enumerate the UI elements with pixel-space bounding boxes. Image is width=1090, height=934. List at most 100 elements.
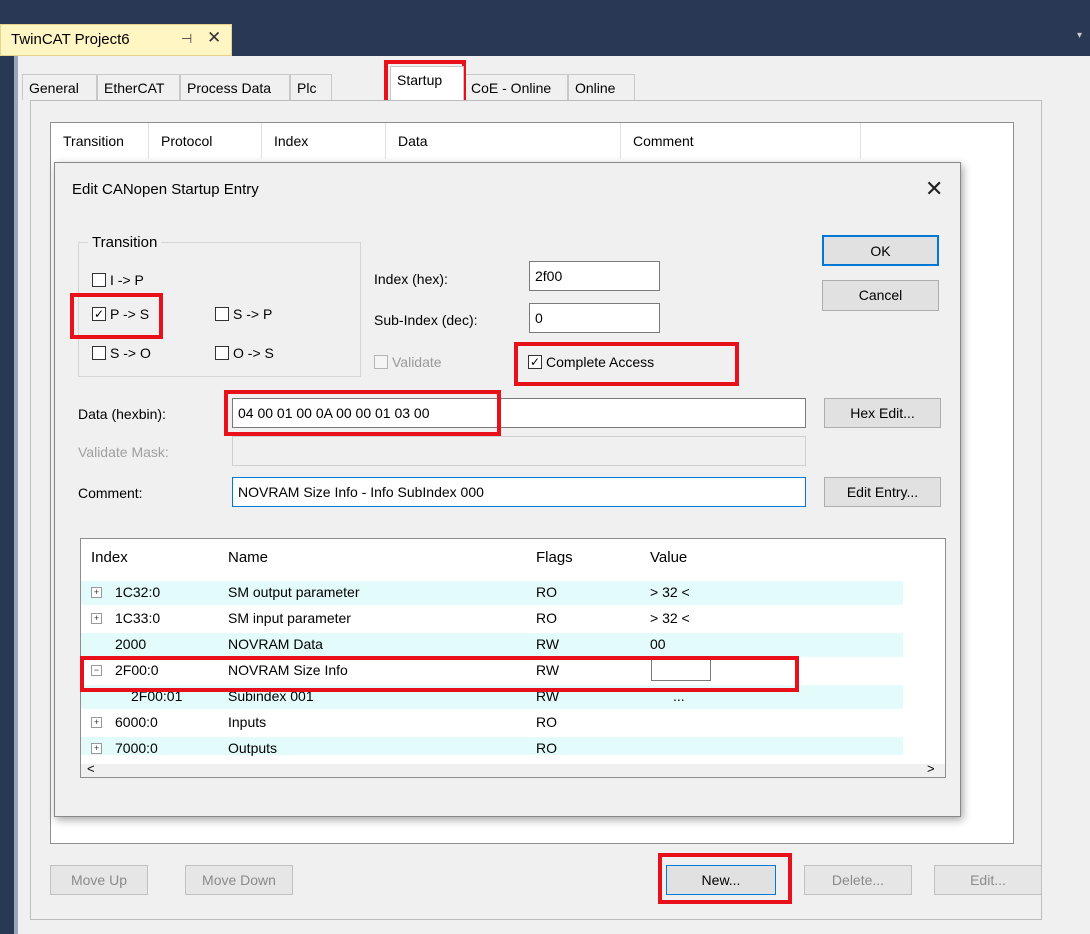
row-name: Subindex 001 bbox=[228, 688, 314, 704]
column-header-index[interactable]: Index bbox=[262, 123, 386, 159]
comment-label: Comment: bbox=[78, 485, 143, 501]
row-index: 7000:0 bbox=[115, 740, 158, 756]
scroll-left-icon[interactable]: < bbox=[87, 761, 95, 776]
row-flags: RW bbox=[536, 636, 560, 652]
row-value: ... bbox=[673, 688, 685, 704]
tab-process-data[interactable]: Process Data bbox=[180, 74, 290, 100]
index-label: Index (hex): bbox=[374, 271, 448, 287]
row-name: SM output parameter bbox=[228, 584, 360, 600]
checkbox-s-to-o[interactable]: S -> O bbox=[92, 345, 151, 361]
checkbox-label: S -> O bbox=[110, 345, 151, 361]
tree-row[interactable]: 2000 NOVRAM Data RW 00 bbox=[81, 633, 903, 657]
collapse-icon[interactable]: − bbox=[91, 665, 102, 676]
row-index: 1C33:0 bbox=[115, 610, 161, 626]
row-value: > 32 < bbox=[650, 584, 690, 600]
row-index: 2F00:01 bbox=[131, 688, 183, 704]
row-name: NOVRAM Data bbox=[228, 636, 323, 652]
row-name: Outputs bbox=[228, 740, 278, 756]
edit-button[interactable]: Edit... bbox=[934, 865, 1042, 895]
subindex-input[interactable]: 0 bbox=[529, 303, 660, 333]
validate-checkbox[interactable]: Validate bbox=[374, 354, 442, 370]
expand-icon[interactable]: + bbox=[91, 743, 102, 754]
check-icon: ✓ bbox=[92, 307, 106, 321]
value-edit-box[interactable] bbox=[651, 659, 711, 681]
edit-entry-button[interactable]: Edit Entry... bbox=[824, 477, 941, 507]
row-flags: RO bbox=[536, 584, 557, 600]
dropdown-arrow-icon[interactable]: ▾ bbox=[1077, 30, 1082, 41]
data-label: Data (hexbin): bbox=[78, 406, 166, 422]
checkbox-s-to-p[interactable]: S -> P bbox=[215, 306, 272, 322]
hex-edit-button[interactable]: Hex Edit... bbox=[824, 398, 941, 428]
tree-row-selected[interactable]: − 2F00:0 NOVRAM Size Info RW bbox=[81, 659, 903, 683]
row-value: > 32 < bbox=[650, 610, 690, 626]
document-tab-title: TwinCAT Project6 bbox=[11, 31, 130, 48]
tree-row[interactable]: + 6000:0 Inputs RO bbox=[81, 711, 903, 735]
tree-row[interactable]: + 7000:0 Outputs RO bbox=[81, 737, 903, 756]
tab-general[interactable]: General bbox=[22, 74, 97, 100]
checkbox-label: Validate bbox=[392, 354, 442, 370]
tab-startup[interactable]: Startup bbox=[390, 66, 464, 100]
row-name: NOVRAM Size Info bbox=[228, 662, 348, 678]
row-flags: RO bbox=[536, 610, 557, 626]
close-tab-icon[interactable]: ✕ bbox=[207, 28, 221, 48]
validate-mask-label: Validate Mask: bbox=[78, 444, 169, 460]
checkbox-i-to-p[interactable]: I -> P bbox=[92, 272, 144, 288]
checkbox-p-to-s[interactable]: ✓ P -> S bbox=[92, 306, 149, 322]
data-input[interactable]: 04 00 01 00 0A 00 00 01 03 00 bbox=[232, 398, 806, 428]
dialog-close-icon[interactable]: ✕ bbox=[925, 176, 943, 202]
checkbox-o-to-s[interactable]: O -> S bbox=[215, 345, 274, 361]
index-input[interactable]: 2f00 bbox=[529, 261, 660, 291]
column-header-transition[interactable]: Transition bbox=[51, 123, 149, 159]
tab-ethercat[interactable]: EtherCAT bbox=[97, 74, 180, 100]
tree-header-index[interactable]: Index bbox=[91, 549, 128, 566]
row-flags: RW bbox=[536, 662, 560, 678]
tree-row[interactable]: + 1C33:0 SM input parameter RO > 32 < bbox=[81, 607, 903, 631]
checkbox-label: O -> S bbox=[233, 345, 274, 361]
checkbox-box bbox=[215, 307, 229, 321]
row-index: 6000:0 bbox=[115, 714, 158, 730]
tree-row[interactable]: 2F00:01 Subindex 001 RW ... bbox=[81, 685, 903, 709]
tab-online[interactable]: Online bbox=[568, 74, 635, 100]
expand-icon[interactable]: + bbox=[91, 587, 102, 598]
checkbox-box bbox=[215, 346, 229, 360]
transition-group-label: Transition bbox=[88, 234, 162, 251]
checkbox-label: S -> P bbox=[233, 306, 273, 322]
object-tree-list[interactable]: Index Name Flags Value + 1C32:0 SM outpu… bbox=[80, 538, 946, 778]
column-header-protocol[interactable]: Protocol bbox=[149, 123, 262, 159]
move-down-button[interactable]: Move Down bbox=[185, 865, 293, 895]
row-index: 1C32:0 bbox=[115, 584, 161, 600]
tab-coe-online[interactable]: CoE - Online bbox=[464, 74, 568, 100]
pin-icon[interactable]: ⊣ bbox=[181, 31, 192, 47]
complete-access-checkbox[interactable]: ✓ Complete Access bbox=[528, 354, 654, 370]
new-button[interactable]: New... bbox=[666, 865, 776, 895]
ok-button[interactable]: OK bbox=[822, 235, 939, 266]
column-header-data[interactable]: Data bbox=[386, 123, 621, 159]
checkbox-box bbox=[92, 273, 106, 287]
tree-header-flags[interactable]: Flags bbox=[536, 549, 573, 566]
horizontal-scrollbar[interactable]: < > bbox=[81, 761, 945, 777]
row-flags: RO bbox=[536, 714, 557, 730]
row-flags: RO bbox=[536, 740, 557, 756]
comment-input[interactable]: NOVRAM Size Info - Info SubIndex 000 bbox=[232, 477, 806, 507]
move-up-button[interactable]: Move Up bbox=[50, 865, 148, 895]
delete-button[interactable]: Delete... bbox=[804, 865, 912, 895]
expand-icon[interactable]: + bbox=[91, 613, 102, 624]
row-name: Inputs bbox=[228, 714, 267, 730]
tree-header-name[interactable]: Name bbox=[228, 549, 268, 566]
validate-mask-input[interactable] bbox=[232, 436, 806, 466]
tab-plc[interactable]: Plc bbox=[290, 74, 332, 100]
check-icon: ✓ bbox=[528, 355, 542, 369]
document-tab[interactable]: TwinCAT Project6 ⊣ ✕ bbox=[0, 24, 232, 56]
row-index: 2F00:0 bbox=[115, 662, 159, 678]
checkbox-label: P -> S bbox=[110, 306, 150, 322]
tree-header-value[interactable]: Value bbox=[650, 549, 687, 566]
cancel-button[interactable]: Cancel bbox=[822, 280, 939, 311]
column-header-comment[interactable]: Comment bbox=[621, 123, 861, 159]
checkbox-box bbox=[92, 346, 106, 360]
expand-icon[interactable]: + bbox=[91, 717, 102, 728]
tree-row[interactable]: + 1C32:0 SM output parameter RO > 32 < bbox=[81, 581, 903, 605]
row-name: SM input parameter bbox=[228, 610, 351, 626]
scroll-right-icon[interactable]: > bbox=[927, 761, 935, 776]
row-value: 00 bbox=[650, 636, 666, 652]
row-flags: RW bbox=[536, 688, 560, 704]
